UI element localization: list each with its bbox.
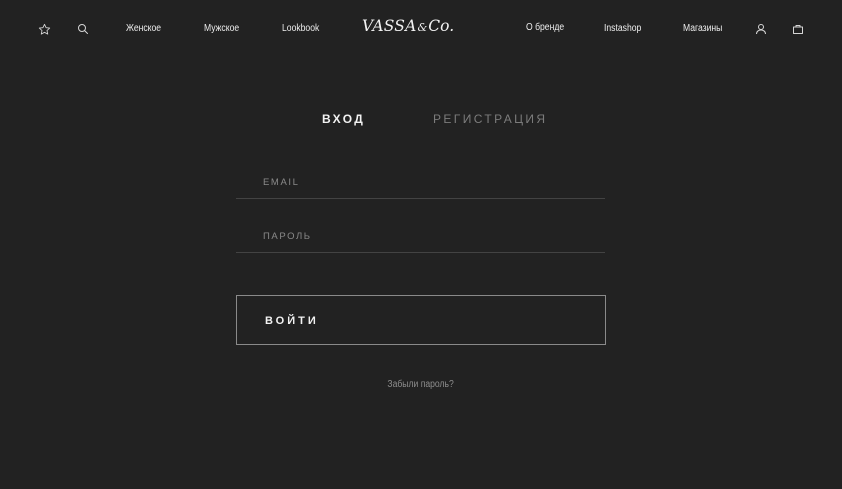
nav-men[interactable]: Мужское	[204, 22, 239, 36]
email-field[interactable]	[236, 166, 605, 198]
login-button[interactable]: ВОЙТИ	[236, 295, 606, 345]
email-field-wrapper	[236, 166, 605, 199]
nav-about-brand[interactable]: О бренде	[526, 21, 564, 35]
nav-women[interactable]: Женское	[126, 22, 161, 36]
user-icon[interactable]	[752, 20, 770, 38]
nav-stores[interactable]: Магазины	[683, 22, 722, 36]
star-icon[interactable]	[35, 20, 53, 38]
forgot-password-link[interactable]: Забыли пароль?	[388, 379, 454, 391]
forgot-password-row: Забыли пароль?	[0, 379, 842, 391]
tab-login[interactable]: ВХОД	[322, 112, 365, 126]
logo-text-main: VASSA	[362, 17, 417, 35]
login-button-label: ВОЙТИ	[265, 315, 319, 327]
logo-text-amp: &	[417, 21, 428, 34]
login-page: Женское Мужское Lookbook VASSA & Co. О б…	[0, 0, 842, 489]
nav-instashop[interactable]: Instashop	[604, 22, 641, 36]
password-field[interactable]	[236, 220, 605, 252]
search-icon[interactable]	[74, 20, 92, 38]
tab-register[interactable]: РЕГИСТРАЦИЯ	[433, 112, 548, 126]
site-header: Женское Мужское Lookbook VASSA & Co. О б…	[0, 0, 842, 60]
logo-text-co: Co.	[428, 17, 455, 35]
bag-icon[interactable]	[789, 20, 807, 38]
nav-lookbook[interactable]: Lookbook	[282, 22, 319, 36]
password-field-wrapper	[236, 220, 605, 253]
brand-logo[interactable]: VASSA & Co.	[362, 17, 482, 43]
